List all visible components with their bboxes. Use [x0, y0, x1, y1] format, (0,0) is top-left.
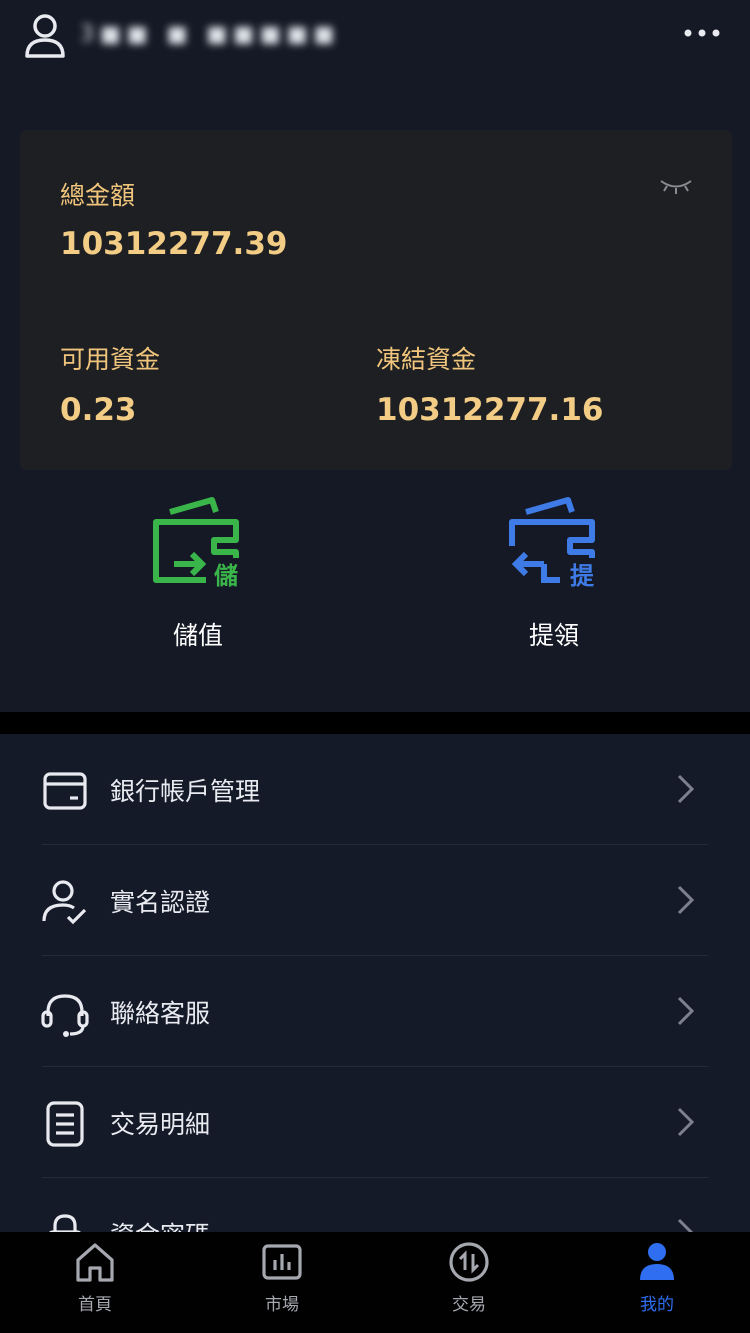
- home-icon: [76, 1243, 114, 1282]
- nav-tab-market[interactable]: 市場: [222, 1232, 342, 1322]
- nav-tab-mine[interactable]: 我的: [597, 1232, 717, 1322]
- frozen-funds-label: 凍結資金: [376, 345, 477, 374]
- chevron-right-icon: [674, 772, 698, 806]
- available-funds-value: 0.23: [60, 392, 137, 428]
- available-funds-label: 可用資金: [60, 345, 161, 374]
- deposit-badge: 儲: [214, 562, 238, 588]
- withdraw-wallet-icon: 提: [509, 497, 595, 588]
- nav-tab-home[interactable]: 首頁: [35, 1232, 155, 1322]
- user-avatar-icon[interactable]: [22, 12, 68, 60]
- chart-icon: [262, 1244, 302, 1280]
- nav-label-trade: 交易: [452, 1295, 486, 1315]
- menu-item-customer-service[interactable]: 聯絡客服: [0, 956, 750, 1067]
- nav-tab-trade[interactable]: 交易: [409, 1232, 529, 1322]
- bank-card-icon: [40, 766, 90, 816]
- chevron-right-icon: [674, 1216, 698, 1232]
- profile-icon: [640, 1243, 674, 1280]
- nav-label-market: 市場: [265, 1295, 299, 1315]
- menu-label-bank-accounts: 銀行帳戶管理: [110, 777, 261, 806]
- withdraw-label: 提領: [528, 621, 579, 650]
- headset-icon: [40, 988, 90, 1038]
- menu-item-fund-password[interactable]: 資金密碼: [0, 1178, 750, 1232]
- nav-label-mine: 我的: [640, 1295, 674, 1315]
- chevron-right-icon: [674, 994, 698, 1028]
- eye-closed-icon[interactable]: [658, 176, 694, 196]
- menu-item-bank-accounts[interactable]: 銀行帳戶管理: [0, 734, 750, 845]
- deposit-button[interactable]: 儲 儲值: [98, 496, 298, 666]
- username: 3■■ ■ ■■■■■: [80, 22, 341, 47]
- nav-label-home: 首頁: [78, 1295, 112, 1315]
- menu-label-transaction-details: 交易明細: [110, 1110, 211, 1139]
- menu-item-transaction-details[interactable]: 交易明細: [0, 1067, 750, 1178]
- section-separator: [0, 712, 750, 734]
- frozen-funds-value: 10312277.16: [376, 392, 604, 428]
- chevron-right-icon: [674, 1105, 698, 1139]
- settings-menu: 銀行帳戶管理 實名認證 聯絡客服 交易明細: [0, 734, 750, 1232]
- exchange-icon: [449, 1242, 489, 1282]
- menu-label-fund-password: 資金密碼: [110, 1216, 210, 1232]
- profile-header: 3■■ ■ ■■■■■: [0, 0, 750, 80]
- total-amount-label: 總金額: [60, 181, 136, 210]
- user-verified-icon: [40, 877, 90, 927]
- withdraw-button[interactable]: 提 提領: [454, 496, 654, 666]
- menu-label-identity-verification: 實名認證: [110, 888, 211, 917]
- menu-item-identity-verification[interactable]: 實名認證: [0, 845, 750, 956]
- deposit-label: 儲值: [172, 621, 223, 650]
- bottom-navigation: 首頁 市場 交易 我的: [0, 1232, 750, 1333]
- menu-label-customer-service: 聯絡客服: [110, 999, 211, 1028]
- withdraw-badge: 提: [570, 562, 595, 588]
- more-horizontal-icon[interactable]: [682, 20, 722, 46]
- chevron-right-icon: [674, 883, 698, 917]
- asset-card: 總金額 10312277.39 可用資金 0.23 凍結資金 10312277.…: [20, 130, 732, 470]
- total-amount-value: 10312277.39: [60, 226, 288, 262]
- deposit-wallet-icon: 儲: [153, 497, 239, 588]
- lock-icon: [40, 1210, 90, 1232]
- document-list-icon: [40, 1099, 90, 1149]
